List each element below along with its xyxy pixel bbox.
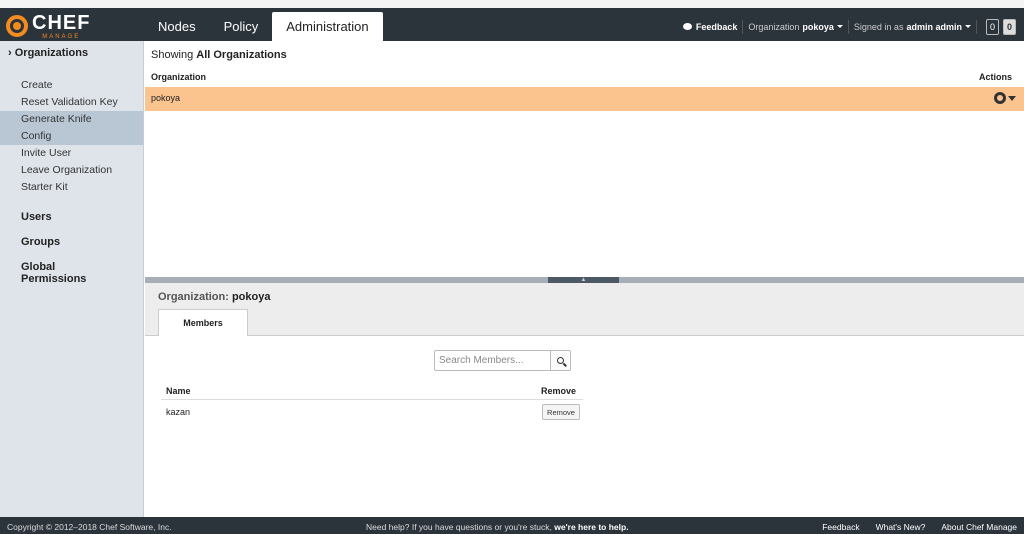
top-navbar: CHEF MANAGE Nodes Policy Administration … bbox=[0, 0, 1024, 41]
member-name-cell: kazan bbox=[166, 407, 191, 417]
table-row[interactable]: pokoya bbox=[145, 87, 1024, 111]
footer: Copyright © 2012–2018 Chef Software, Inc… bbox=[0, 517, 1024, 534]
remove-member-button[interactable]: Remove bbox=[542, 404, 580, 420]
notification-count[interactable]: 0 bbox=[985, 18, 999, 35]
showing-label: Showing All Organizations bbox=[151, 49, 287, 61]
gear-icon bbox=[994, 92, 1006, 104]
signed-in-dropdown[interactable]: Signed in as admin admin bbox=[854, 22, 971, 32]
sidebar-item-invite-user[interactable]: Invite User bbox=[0, 145, 143, 162]
sidebar-item-generate-knife-config[interactable]: Generate Knife Config bbox=[0, 111, 143, 145]
showing-prefix: Showing bbox=[151, 49, 194, 61]
alert-count[interactable]: 0 bbox=[1002, 18, 1016, 35]
sidebar-item-reset-validation-key[interactable]: Reset Validation Key bbox=[0, 94, 143, 111]
members-panel: Name Remove kazan Remove bbox=[145, 336, 1024, 517]
divider bbox=[742, 19, 744, 34]
main-nav: Nodes Policy Administration bbox=[144, 12, 383, 41]
organizations-list: Showing All Organizations Organization A… bbox=[145, 41, 1024, 277]
member-search bbox=[434, 350, 571, 371]
org-name-cell: pokoya bbox=[151, 93, 181, 103]
signed-label: Signed in as bbox=[853, 21, 904, 32]
search-icon bbox=[557, 357, 564, 364]
org-value: pokoya bbox=[802, 21, 834, 32]
footer-feedback-link[interactable]: Feedback bbox=[822, 522, 859, 532]
org-detail-value: pokoya bbox=[231, 291, 271, 303]
brand-name: CHEF bbox=[32, 11, 91, 34]
column-header-organization[interactable]: Organization bbox=[151, 72, 206, 82]
showing-value: All Organizations bbox=[196, 49, 287, 61]
chef-logo[interactable]: CHEF MANAGE bbox=[6, 12, 90, 40]
org-detail-header: Organization: pokoya Members bbox=[145, 283, 1024, 337]
copyright-text: Copyright © 2012–2018 Chef Software, Inc… bbox=[7, 522, 172, 532]
divider bbox=[975, 19, 977, 34]
column-header-name: Name bbox=[166, 386, 191, 396]
sidebar: › Organizations Create Reset Validation … bbox=[0, 41, 144, 517]
chef-logo-icon bbox=[6, 15, 28, 37]
sidebar-item-leave-organization[interactable]: Leave Organization bbox=[0, 162, 143, 179]
footer-links: Feedback What's New? About Chef Manage bbox=[822, 522, 1017, 532]
help-prefix: Need help? If you have questions or you'… bbox=[366, 522, 552, 532]
sidebar-head-label: Organizations bbox=[14, 47, 89, 59]
tab-administration[interactable]: Administration bbox=[272, 12, 383, 41]
footer-about-link[interactable]: About Chef Manage bbox=[941, 522, 1017, 532]
search-members-input[interactable] bbox=[434, 350, 551, 371]
tab-policy[interactable]: Policy bbox=[210, 12, 273, 41]
feedback-link[interactable]: Feedback bbox=[682, 21, 738, 32]
sidebar-global-permissions[interactable]: Global Permissions bbox=[0, 261, 143, 285]
chevron-down-icon bbox=[836, 25, 843, 28]
divider bbox=[161, 399, 583, 400]
org-detail-prefix: Organization: bbox=[158, 291, 229, 303]
search-button[interactable] bbox=[551, 350, 571, 371]
help-text: Need help? If you have questions or you'… bbox=[366, 522, 629, 532]
sidebar-organizations[interactable]: › Organizations bbox=[0, 41, 143, 65]
org-detail-title: Organization: pokoya bbox=[158, 291, 270, 303]
organization-dropdown[interactable]: Organization pokoya bbox=[748, 22, 843, 32]
divider bbox=[847, 19, 849, 34]
column-header-actions: Actions bbox=[978, 72, 1012, 82]
sidebar-item-create[interactable]: Create bbox=[0, 77, 143, 94]
actions-menu-button[interactable] bbox=[994, 92, 1016, 104]
footer-whats-new-link[interactable]: What's New? bbox=[876, 522, 926, 532]
sidebar-org-actions: Create Reset Validation Key Generate Kni… bbox=[0, 77, 143, 196]
tab-members[interactable]: Members bbox=[158, 309, 248, 337]
sidebar-item-starter-kit[interactable]: Starter Kit bbox=[0, 179, 143, 196]
sidebar-groups[interactable]: Groups bbox=[0, 236, 143, 248]
tab-nodes[interactable]: Nodes bbox=[144, 12, 210, 41]
chevron-down-icon bbox=[964, 25, 971, 28]
signed-value: admin admin bbox=[906, 21, 962, 32]
help-link[interactable]: we're here to help. bbox=[554, 522, 628, 532]
org-label: Organization bbox=[748, 21, 800, 32]
column-header-remove: Remove bbox=[541, 386, 577, 396]
feedback-label: Feedback bbox=[695, 21, 738, 32]
chevron-down-icon bbox=[1008, 95, 1016, 101]
brand-sub: MANAGE bbox=[42, 33, 81, 40]
speech-bubble-icon bbox=[682, 23, 692, 30]
sidebar-users[interactable]: Users bbox=[0, 211, 143, 223]
user-menu-area: Feedback Organization pokoya Signed in a… bbox=[682, 12, 1016, 41]
